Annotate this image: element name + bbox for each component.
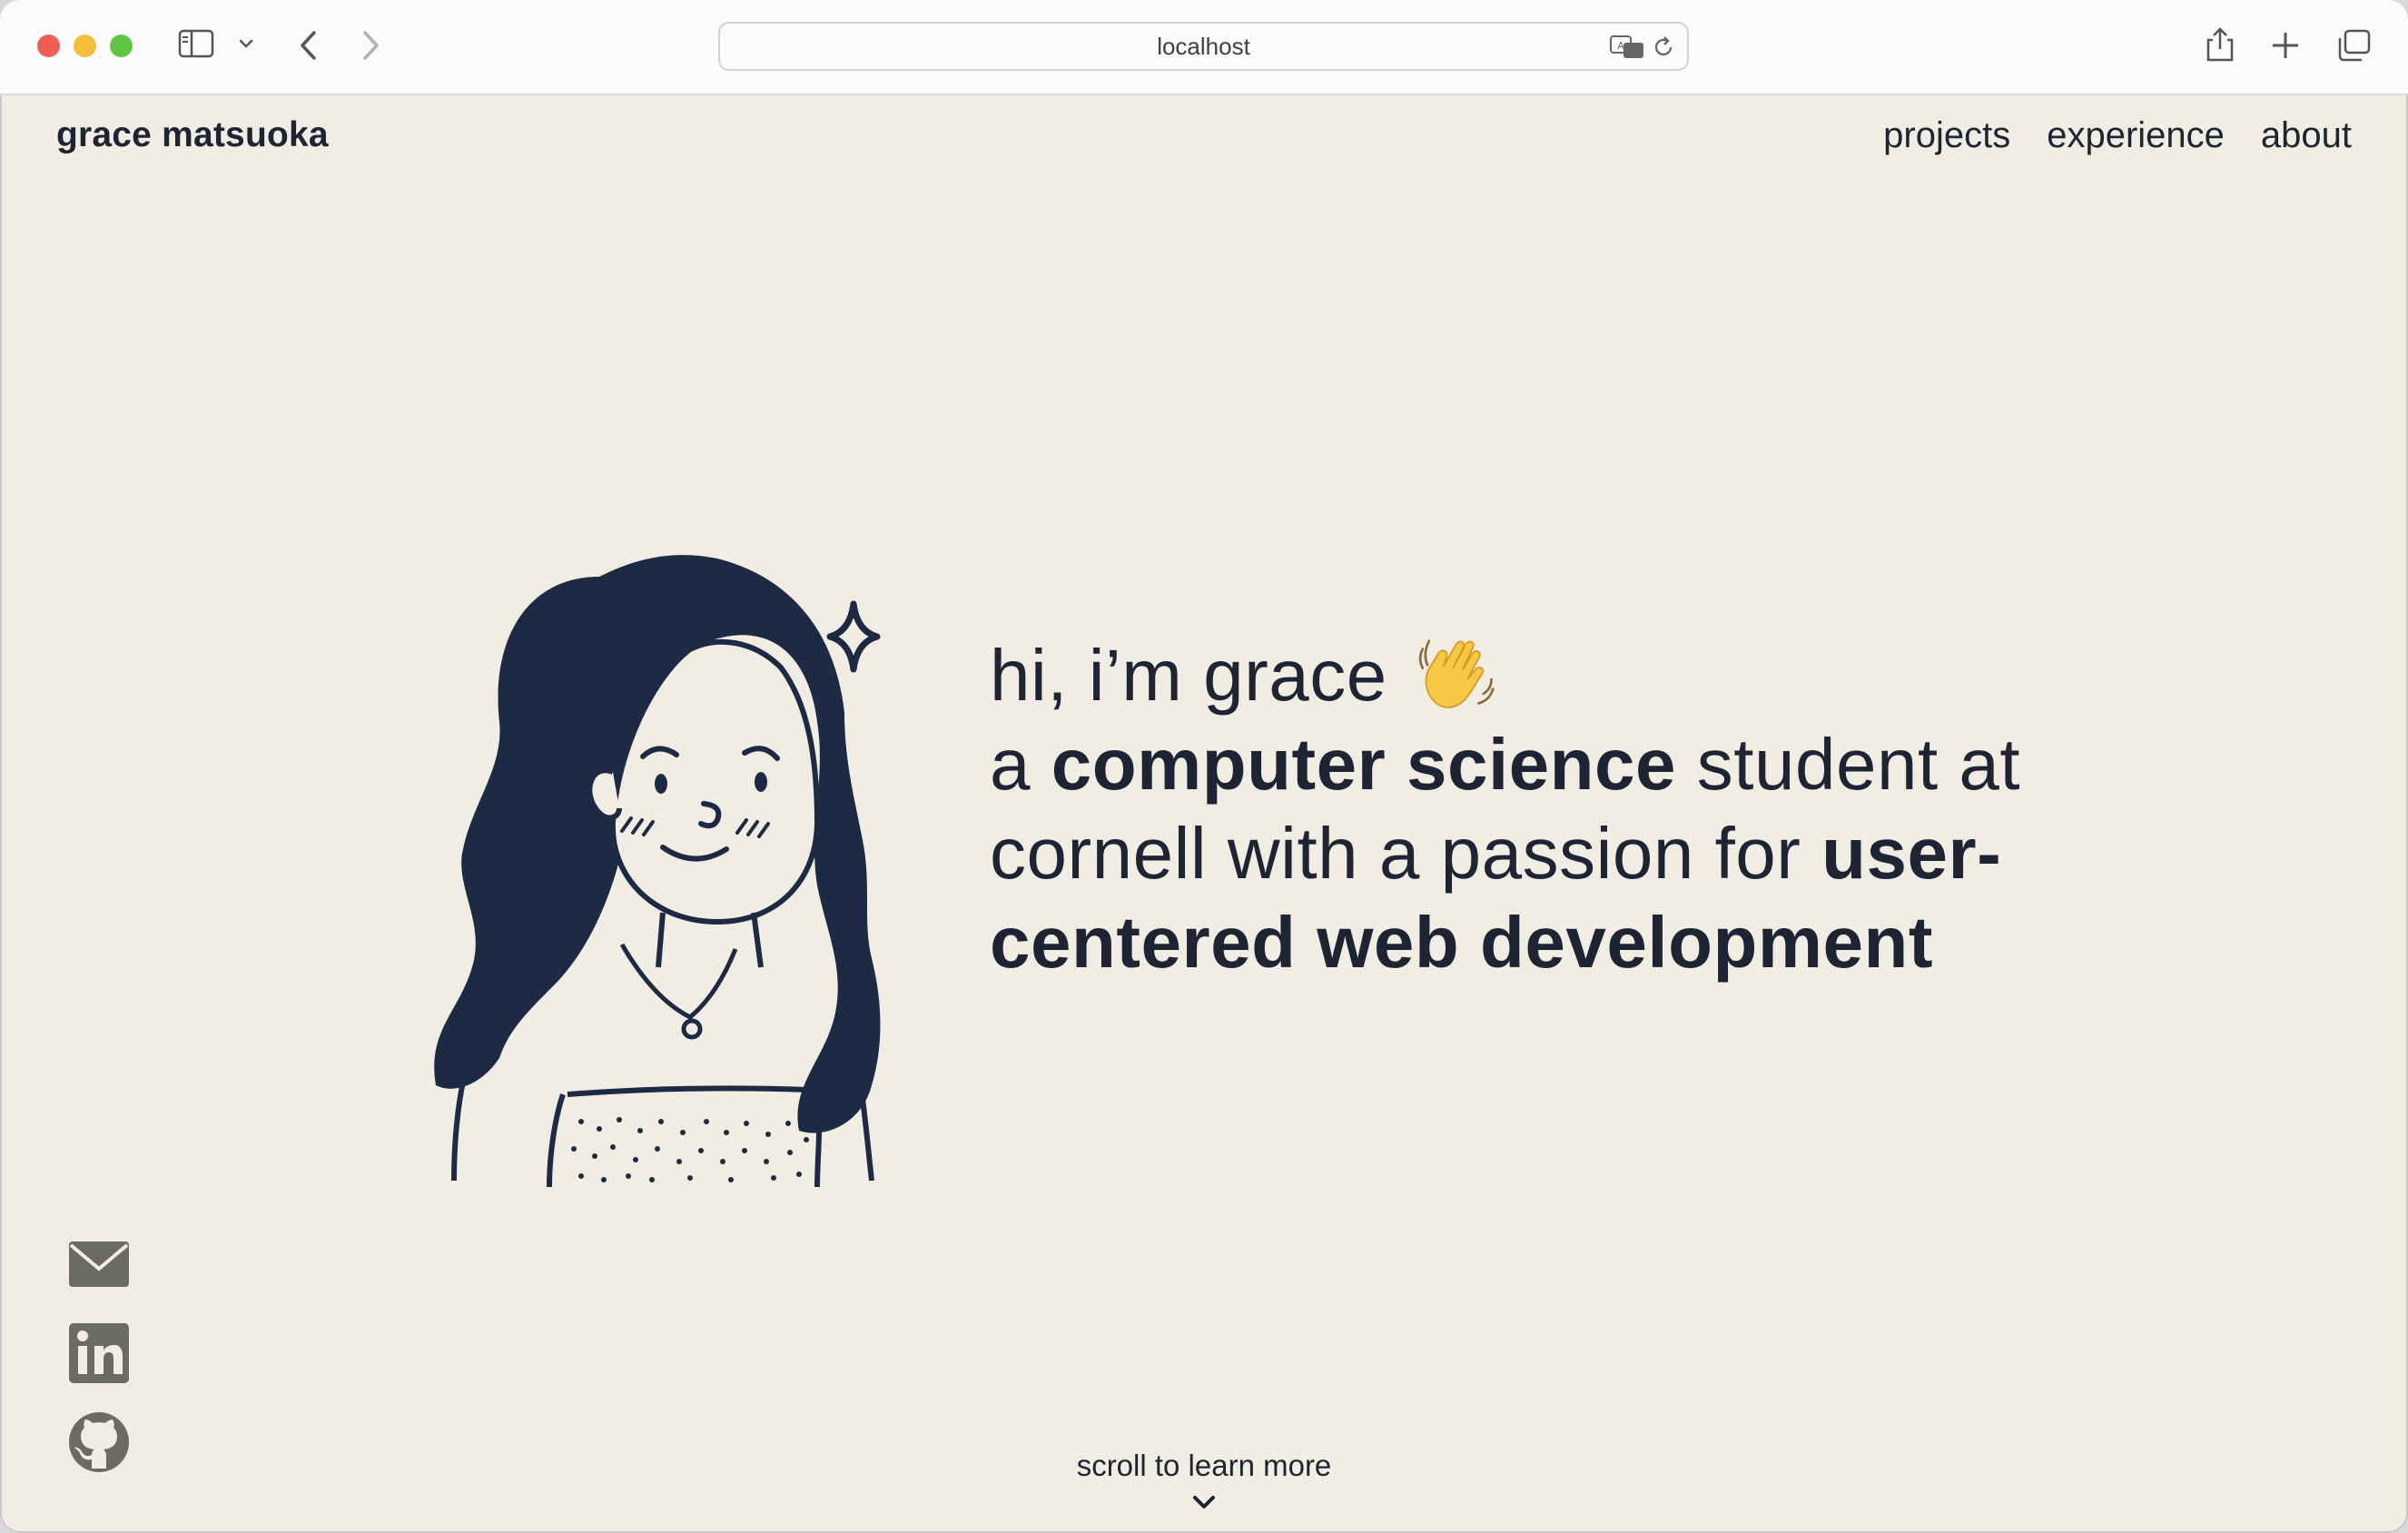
minimize-window-button[interactable] (74, 35, 96, 57)
svg-text:A: A (1617, 40, 1624, 52)
sidebar-toggle-icon[interactable] (178, 29, 214, 58)
hero-highlight-computer-science: computer science (1051, 724, 1677, 805)
reload-icon[interactable] (1651, 35, 1676, 64)
address-bar-url[interactable]: localhost (720, 24, 1687, 69)
share-icon[interactable] (2205, 25, 2235, 64)
hero-greeting-line: hi, i’m grace (990, 631, 2107, 720)
mail-icon (69, 1241, 129, 1287)
linkedin-icon (69, 1323, 129, 1383)
translate-icon[interactable]: A (1609, 35, 1645, 64)
back-arrow-icon[interactable] (298, 29, 318, 62)
site-logo[interactable]: grace matsuoka (56, 115, 329, 155)
hero-greeting: hi, i’m grace (990, 635, 1387, 716)
hero-intro: hi, i’m grace a computer science student… (990, 631, 2107, 987)
scroll-hint-label[interactable]: scroll to learn more (0, 1449, 2408, 1483)
page-content: grace matsuoka projects experience about (0, 95, 2408, 1533)
nav-link-about[interactable]: about (2261, 115, 2352, 156)
tab-overview-icon[interactable] (2337, 29, 2372, 62)
address-bar[interactable]: localhost A (718, 22, 1689, 71)
linkedin-link[interactable] (67, 1321, 131, 1385)
new-tab-icon[interactable] (2270, 30, 2301, 61)
browser-toolbar: localhost A (0, 0, 2408, 95)
waving-hand-icon (1419, 639, 1495, 708)
sparkle-icon (826, 600, 881, 673)
forward-arrow-icon[interactable] (361, 29, 381, 62)
main-nav: projects experience about (1883, 115, 2352, 156)
chevron-down-icon[interactable] (238, 38, 254, 49)
hero-intro-a: a (990, 724, 1031, 805)
nav-link-projects[interactable]: projects (1883, 115, 2010, 156)
chevron-down-icon[interactable] (1191, 1494, 1217, 1510)
close-window-button[interactable] (37, 35, 60, 57)
nav-link-experience[interactable]: experience (2047, 115, 2225, 156)
email-link[interactable] (67, 1232, 131, 1296)
browser-window: localhost A grace matsuoka projects expe… (0, 0, 2408, 1533)
zoom-window-button[interactable] (110, 35, 133, 57)
portrait-illustration (434, 555, 881, 1188)
